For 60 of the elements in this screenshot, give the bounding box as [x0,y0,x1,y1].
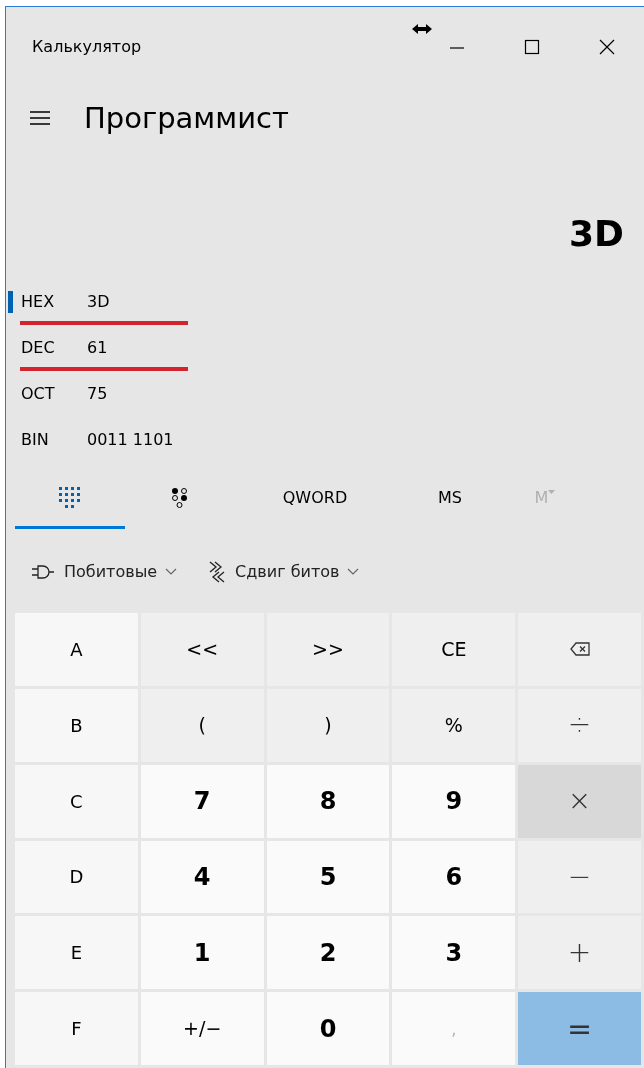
hex-letter-key[interactable]: A [15,613,138,686]
operator-key[interactable]: ( [140,688,264,762]
chevron-down-icon [165,568,178,576]
logic-gate-icon [32,564,56,580]
operator-key[interactable]: × [518,764,641,838]
operator-key[interactable]: CE [392,613,516,686]
hex-letter-key[interactable]: F [15,992,138,1065]
tab[interactable]: QWORD [235,469,395,529]
digit-key[interactable]: 8 [266,764,390,838]
radix-row[interactable]: HEX 3D [6,279,644,325]
display-value: 3D [569,212,624,256]
digit-key[interactable]: 7 [140,764,264,838]
operator-key[interactable]: ) [266,688,390,762]
hex-letter-key[interactable]: E [15,916,138,990]
menu-icon[interactable] [30,110,50,126]
sign-toggle-key[interactable]: +/− [140,992,264,1065]
caret-icon [548,489,556,495]
radix-row[interactable]: OCT 75 [6,371,644,417]
digit-key[interactable]: 1 [140,916,264,990]
close-icon [598,39,615,55]
operator-key[interactable]: + [518,916,641,990]
radix-label: BIN [21,429,50,451]
tab[interactable]: MS [395,469,505,529]
bit-shift-dropdown[interactable]: Сдвиг битов [207,560,360,584]
resize-cursor-icon [411,23,433,35]
digit-key[interactable]: 6 [392,840,516,914]
chevron-down-icon [347,568,360,576]
bitwise-dropdown[interactable]: Побитовые [32,560,178,584]
radix-label: DEC [21,337,56,359]
operator-key[interactable]: ÷ [518,688,641,762]
digit-key[interactable]: 4 [140,840,264,914]
hex-letter-key[interactable]: B [15,688,138,762]
operator-key[interactable]: >> [266,613,390,686]
bit-dots-icon [171,486,189,509]
mode-title: Программист [84,100,289,136]
backspace-key[interactable] [518,613,641,686]
digit-key[interactable]: 5 [266,840,390,914]
window-title: Калькулятор [32,36,142,58]
equals-key[interactable]: = [518,992,641,1065]
digit-key[interactable]: 3 [392,916,516,990]
radix-value: 3D [87,291,110,313]
radix-row[interactable]: DEC 61 [6,325,644,371]
radix-label: HEX [21,291,56,313]
radix-value: 61 [87,337,108,359]
keypad-icon [59,486,81,509]
operator-key[interactable]: − [518,840,641,914]
hex-letter-key[interactable]: D [15,840,138,914]
hex-letter-key[interactable]: C [15,764,138,838]
backspace-icon [569,642,590,657]
operator-key[interactable]: << [140,613,264,686]
digit-key[interactable]: 2 [266,916,390,990]
minimize-icon [448,47,465,49]
radix-label: OCT [21,383,56,405]
radix-value: 0011 1101 [87,429,174,451]
digit-key[interactable]: 9 [392,764,516,838]
radix-row[interactable]: BIN 0011 1101 [6,417,644,463]
digit-key[interactable]: 0 [266,992,390,1065]
maximize-icon [523,39,540,55]
radix-value: 75 [87,383,108,405]
operator-key[interactable]: % [392,688,516,762]
